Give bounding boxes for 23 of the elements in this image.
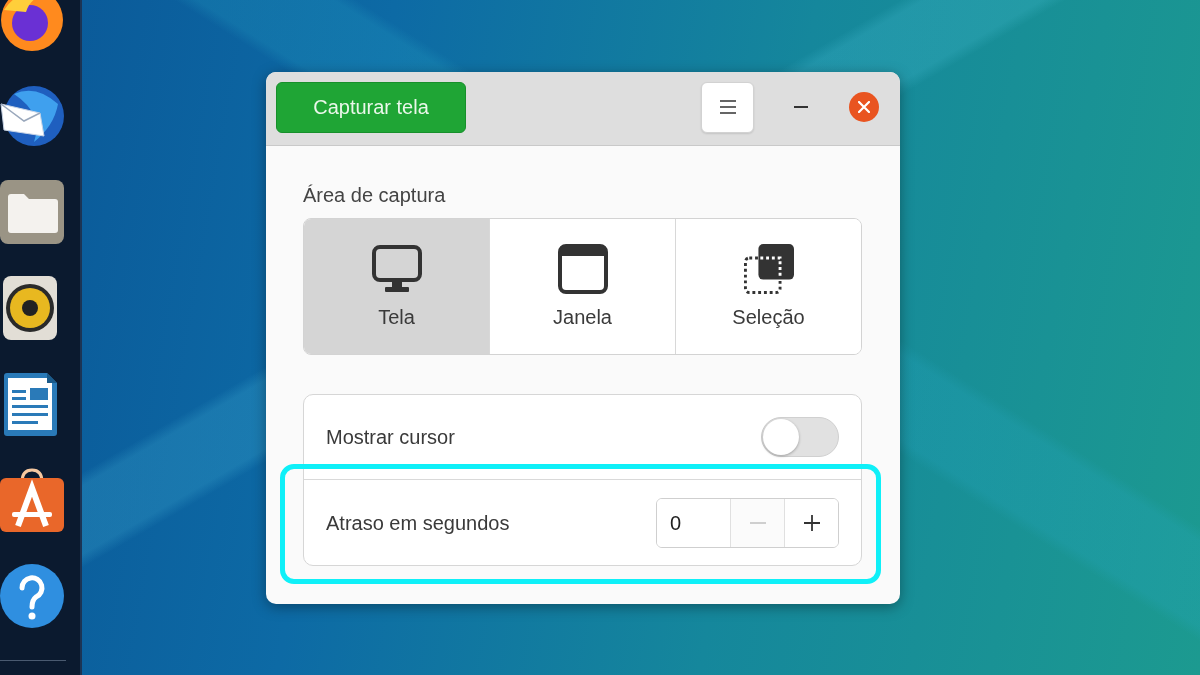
increment-button[interactable] [784,498,838,547]
section-label: Área de captura [303,183,447,207]
setting-label: Atraso em segundos [326,510,510,536]
minimize-icon [794,106,808,108]
spin-control[interactable]: 0 [656,497,839,548]
toggle-switch[interactable] [761,417,839,457]
globe-icon[interactable] [0,0,64,52]
shopping-bag-icon[interactable] [0,468,64,532]
close-icon [858,101,870,113]
window-icon [557,244,608,294]
number-field[interactable]: 0 [657,498,731,547]
menu-button[interactable] [701,81,754,133]
folder-icon[interactable] [0,180,64,244]
close-button[interactable] [849,92,879,122]
monitor-icon [371,244,422,294]
setting-label: Mostrar cursor [326,425,455,450]
envelope-icon[interactable] [0,84,64,148]
plus-icon [803,514,820,531]
minus-icon [749,521,766,524]
selection-icon [743,244,794,294]
capture-mode-button[interactable]: Tela [304,219,490,354]
help-icon[interactable] [0,564,64,628]
menu-icon [719,100,736,114]
